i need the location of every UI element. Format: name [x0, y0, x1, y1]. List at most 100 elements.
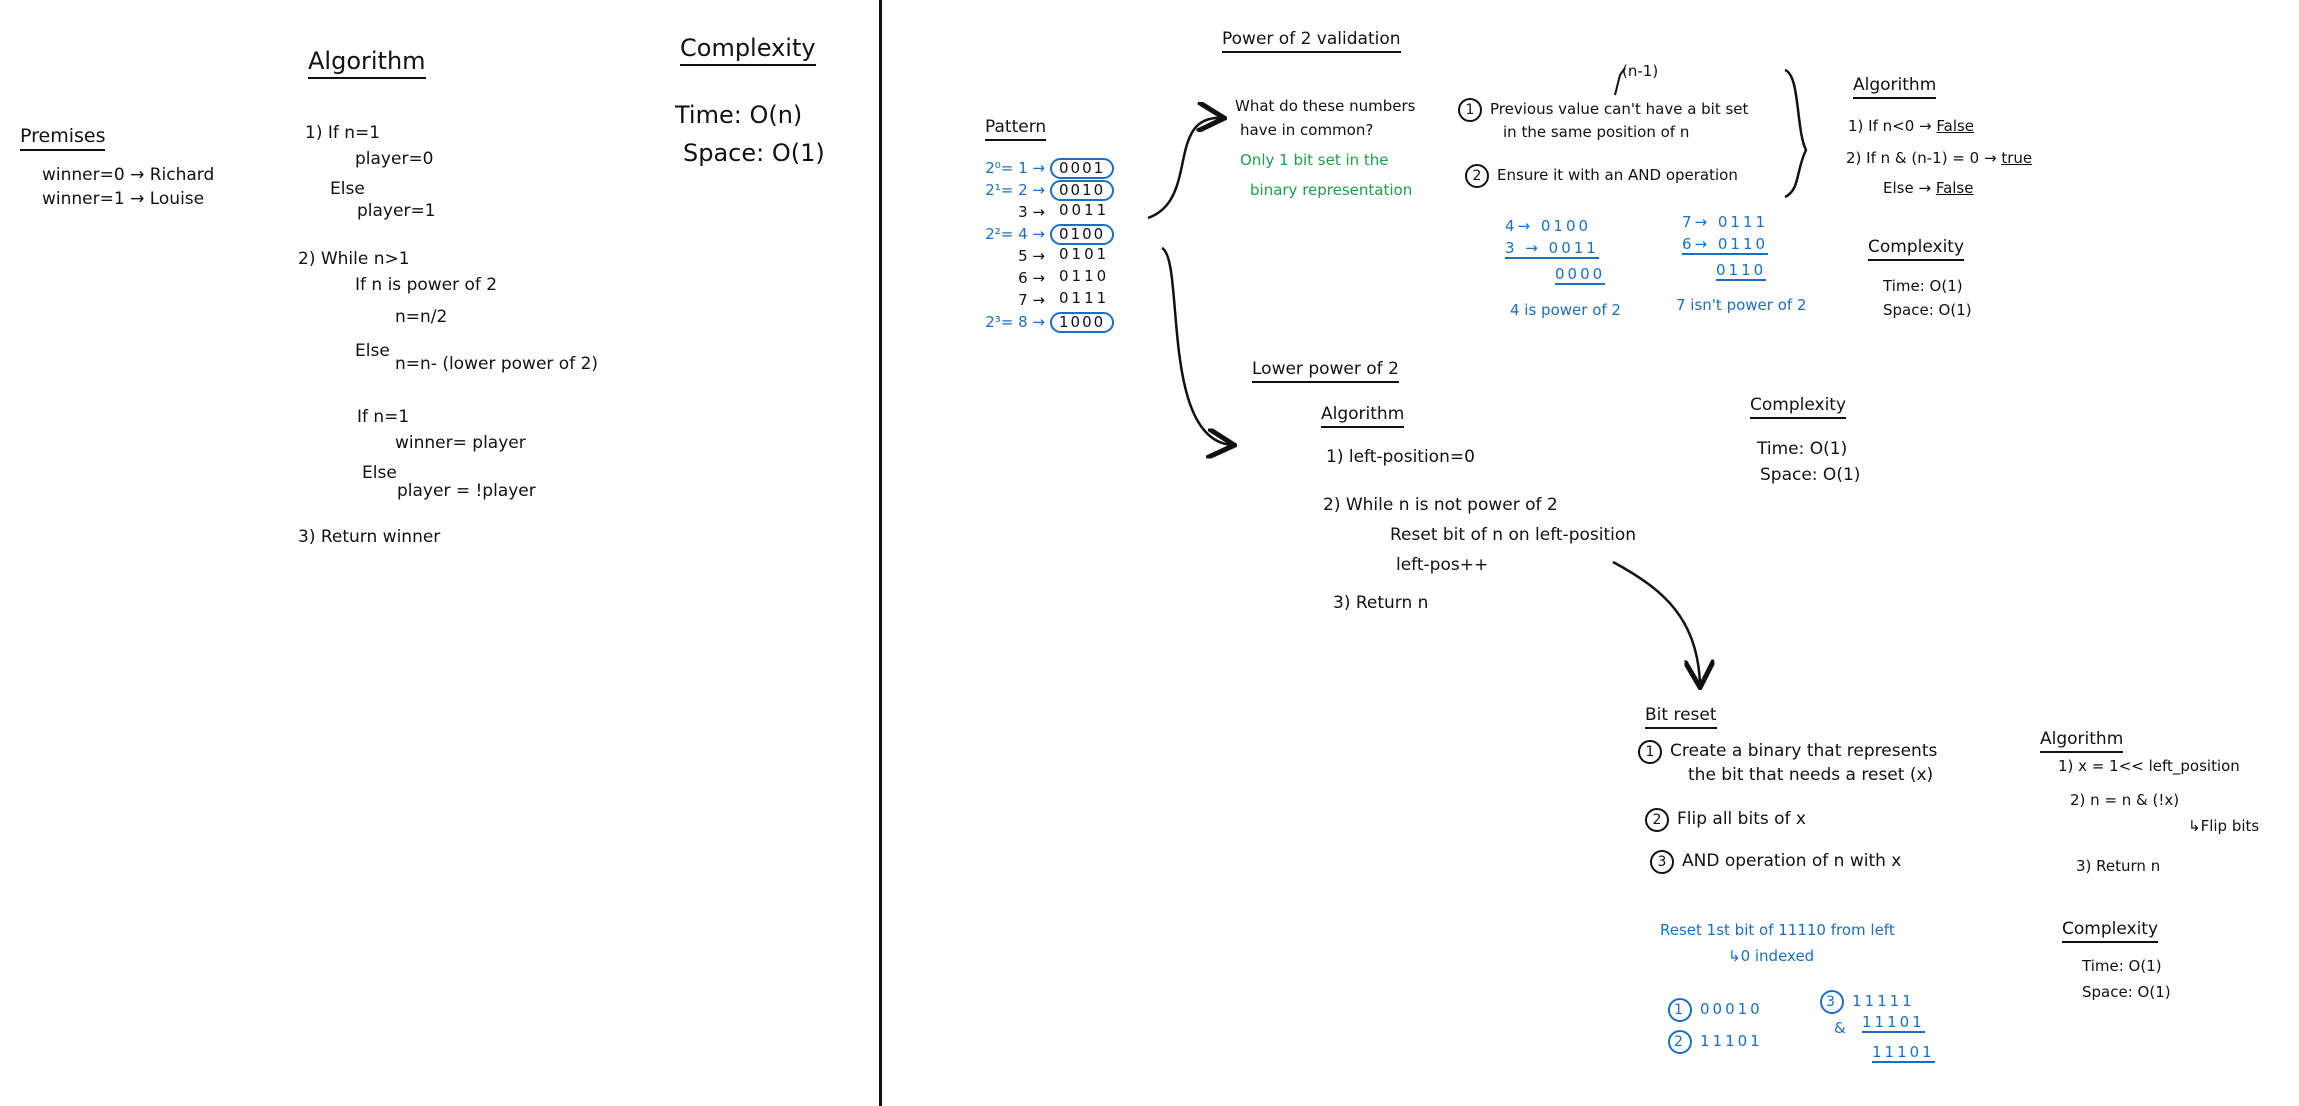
ex1-note: 4 is power of 2 [1510, 301, 1621, 319]
pattern-row-label: 3 → [1018, 203, 1045, 221]
bit-reset-complexity-space: Space: O(1) [2082, 983, 2171, 1001]
pattern-title: Pattern [985, 117, 1047, 141]
left-alg-step2g: Else [362, 463, 397, 483]
bit-reset-step1-text: Create a binary that represents [1670, 741, 1938, 761]
pattern-bits: 0110 [1059, 267, 1110, 285]
bit-reset-ex-b-text: 11101 [1700, 1032, 1763, 1050]
premises-line-2: winner=1 → Louise [42, 189, 205, 209]
ex1-result-text: 0000 [1555, 265, 1606, 286]
pattern-row-label: 2¹= 2 → [985, 181, 1045, 199]
validation-alg-else-result: False [1935, 179, 1974, 197]
pattern-row-bits: 0010 [1050, 180, 1115, 202]
left-alg-step2d: n=n- (lower power of 2) [395, 354, 599, 374]
pattern-row-label: 7 → [1018, 291, 1045, 309]
lower-power-step3: 3) Return n [1333, 593, 1429, 613]
bit-reset-ex-c1: 3 11111 [1820, 990, 1915, 1014]
validation-question-2: have in common? [1240, 121, 1374, 139]
left-alg-step1a: player=0 [355, 149, 434, 169]
bit-reset-amp: & [1834, 1019, 1846, 1037]
bit-reset-complexity-title: Complexity [2062, 919, 2159, 943]
bit-reset-step2-text: Flip all bits of x [1677, 809, 1806, 829]
bit-reset-ex-c3: 11101 [1872, 1043, 1935, 1064]
left-alg-step3: 3) Return winner [298, 527, 441, 547]
validation-step1-text: Previous value can't have a bit set [1490, 100, 1749, 118]
arrow-to-validation [1147, 118, 1222, 220]
pattern-bits-circled: 0100 [1050, 224, 1115, 246]
bit-reset-ex-c1-text: 11111 [1852, 992, 1915, 1010]
pattern-bits: 0101 [1059, 245, 1110, 263]
ex2-result-text: 0110 [1716, 261, 1767, 282]
bit-reset-step3: 3 AND operation of n with x [1650, 850, 1901, 874]
bit-reset-algorithm-title: Algorithm [2040, 729, 2124, 753]
bit-reset-step1: 1 Create a binary that represents [1638, 740, 1937, 764]
validation-alg-step1-text: 1) If n<0 → [1848, 117, 1932, 135]
left-complexity-time: Time: O(n) [675, 101, 803, 129]
ex-b-circle: 2 [1668, 1030, 1692, 1054]
left-alg-step2: 2) While n>1 [298, 249, 410, 269]
validation-complexity-time: Time: O(1) [1883, 277, 1963, 295]
pattern-row-label: 2²= 4 → [985, 225, 1045, 243]
bit-reset-step2: 2 Flip all bits of x [1645, 808, 1806, 832]
lower-power-complexity-space: Space: O(1) [1760, 465, 1861, 485]
validation-answer-2: binary representation [1250, 181, 1413, 199]
bit-reset-ex-b: 2 11101 [1668, 1030, 1763, 1054]
validation-answer-1: Only 1 bit set in the [1240, 151, 1389, 169]
validation-step1: 1 Previous value can't have a bit set [1458, 98, 1748, 122]
validation-alg-step2-result: true [2001, 149, 2033, 167]
step-2-circle: 2 [1465, 164, 1489, 188]
validation-question: What do these numbers [1235, 97, 1416, 115]
pattern-row-bits: 0100 [1050, 224, 1115, 246]
validation-alg-else: Else → False [1883, 179, 1974, 197]
arrow-to-bit-reset [1612, 560, 1700, 685]
left-alg-step2b: n=n/2 [395, 307, 448, 327]
ex-c-circle: 3 [1820, 990, 1844, 1014]
premises-title: Premises [20, 125, 106, 151]
pattern-row-bits: 0111 [1050, 289, 1109, 307]
left-alg-step1: 1) If n=1 [305, 123, 381, 143]
bit-reset-step1b: the bit that needs a reset (x) [1688, 765, 1934, 785]
ex-a-circle: 1 [1668, 998, 1692, 1022]
pattern-row-label: 2⁰= 1 → [985, 159, 1045, 177]
ex2-line1: 7→ 0111 [1682, 213, 1769, 231]
bit-reset-step2-circle: 2 [1645, 808, 1669, 832]
validation-complexity-space: Space: O(1) [1883, 301, 1972, 319]
validation-step2: 2 Ensure it with an AND operation [1465, 164, 1738, 188]
left-complexity-title: Complexity [680, 34, 816, 66]
lower-power-step2: 2) While n is not power of 2 [1323, 495, 1558, 515]
bit-reset-ex-c2: 11101 [1862, 1013, 1925, 1034]
pattern-bits: 0011 [1059, 201, 1110, 219]
ex2-line2: 6→ 0110 [1682, 235, 1769, 256]
pattern-row-bits: 0110 [1050, 267, 1110, 285]
ex1-line2-text: 3 → 0011 [1505, 239, 1599, 260]
bit-reset-step3-circle: 3 [1650, 850, 1674, 874]
pattern-row-bits: 0001 [1050, 158, 1115, 180]
bit-reset-complexity-time: Time: O(1) [2082, 957, 2162, 975]
bit-reset-step1-circle: 1 [1638, 740, 1662, 764]
bit-reset-step3-text: AND operation of n with x [1682, 851, 1902, 871]
lower-power-complexity-title: Complexity [1750, 395, 1847, 419]
pattern-row-label: 2³= 8 → [985, 313, 1045, 331]
premises-line-1: winner=0 → Richard [42, 165, 215, 185]
pattern-bits-circled: 0010 [1050, 180, 1115, 202]
bit-reset-alg-step1: 1) x = 1<< left_position [2058, 757, 2240, 775]
left-alg-step1b: Else [330, 179, 365, 199]
ex2-line2-text: 6→ 0110 [1682, 235, 1769, 256]
left-alg-step2a: If n is power of 2 [355, 275, 498, 295]
bit-reset-alg-step3: 3) Return n [2076, 857, 2161, 875]
validation-step2-text: Ensure it with an AND operation [1497, 166, 1738, 184]
bit-reset-example-title: Reset 1st bit of 11110 from left [1660, 921, 1895, 939]
bit-reset-ex-c2-text: 11101 [1862, 1013, 1925, 1034]
validation-alg-step1: 1) If n<0 → False [1848, 117, 1974, 135]
n-minus-1-note: (n-1) [1622, 62, 1659, 80]
ex2-note: 7 isn't power of 2 [1676, 296, 1807, 314]
lower-power-complexity-time: Time: O(1) [1757, 439, 1848, 459]
validation-title: Power of 2 validation [1222, 29, 1401, 53]
left-alg-step2c: Else [355, 341, 390, 361]
left-algorithm-title: Algorithm [308, 47, 426, 79]
bit-reset-ex-a-text: 00010 [1700, 1000, 1763, 1018]
left-alg-step2h: player = !player [397, 481, 536, 501]
validation-alg-else-text: Else → [1883, 179, 1932, 197]
ex1-line1: 4→ 0100 [1505, 217, 1592, 235]
bit-reset-alg-step2: 2) n = n & (!x) [2070, 791, 2180, 809]
left-alg-step2e: If n=1 [357, 407, 410, 427]
